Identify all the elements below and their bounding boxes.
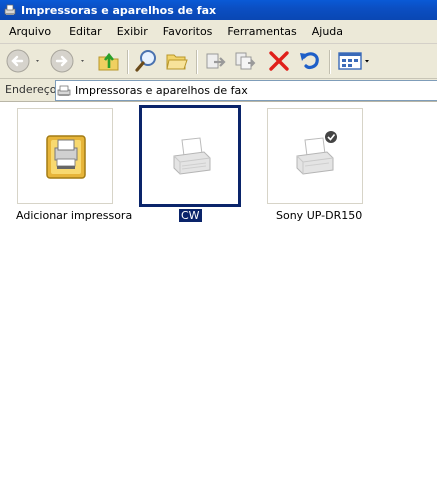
toolbar — [0, 44, 437, 79]
menu-favoritos[interactable]: Favoritos — [157, 25, 219, 38]
address-bar: Endereço Impressoras e aparelhos de fax — [0, 79, 437, 102]
undo-icon — [300, 52, 319, 69]
add-printer-icon — [46, 135, 86, 179]
forward-icon — [50, 49, 84, 73]
folders-button[interactable] — [163, 47, 191, 75]
back-button[interactable] — [4, 47, 44, 75]
menu-bar: Arquivo Editar Exibir Favoritos Ferramen… — [0, 20, 437, 44]
undo-button[interactable] — [296, 47, 324, 75]
copy-to-icon — [235, 52, 256, 70]
printer-icon — [173, 137, 211, 175]
window-title: Impressoras e aparelhos de fax — [21, 3, 217, 17]
back-icon — [6, 49, 39, 73]
move-to-icon — [206, 53, 226, 69]
address-value: Impressoras e aparelhos de fax — [75, 84, 248, 97]
item-label-cw[interactable]: CW — [178, 208, 203, 223]
move-to-button[interactable] — [201, 47, 229, 75]
menu-ajuda[interactable]: Ajuda — [306, 25, 349, 38]
item-label-sony[interactable]: Sony UP-DR150 — [276, 209, 362, 222]
folder-up-icon — [98, 52, 119, 71]
views-icon — [338, 52, 369, 70]
copy-to-button[interactable] — [231, 47, 259, 75]
menu-editar[interactable]: Editar — [63, 25, 108, 38]
forward-button[interactable] — [48, 47, 90, 75]
folder-up-button[interactable] — [94, 47, 124, 75]
address-field[interactable]: Impressoras e aparelhos de fax — [55, 80, 437, 101]
item-label-add-printer[interactable]: Adicionar impressora — [16, 209, 132, 222]
menu-ferramentas[interactable]: Ferramentas — [221, 25, 302, 38]
add-printer-thumbnail[interactable] — [17, 108, 113, 204]
address-label: Endereço — [5, 83, 57, 96]
printer-sony-thumbnail[interactable] — [267, 108, 363, 204]
menu-exibir[interactable]: Exibir — [111, 25, 154, 38]
delete-button[interactable] — [265, 47, 293, 75]
views-button[interactable] — [334, 47, 374, 75]
delete-icon — [269, 51, 289, 71]
default-printer-icon — [296, 131, 337, 175]
printer-list: Adicionar impressora CW Sony UP-DR150 — [0, 102, 437, 497]
menu-arquivo[interactable]: Arquivo — [3, 25, 57, 38]
folders-icon — [166, 54, 188, 70]
printer-cw-thumbnail[interactable] — [139, 105, 241, 207]
search-button[interactable] — [132, 47, 160, 75]
printer-folder-icon — [4, 4, 16, 15]
title-bar: Impressoras e aparelhos de fax — [0, 0, 437, 20]
search-icon — [135, 50, 156, 72]
printer-folder-icon — [57, 85, 71, 96]
